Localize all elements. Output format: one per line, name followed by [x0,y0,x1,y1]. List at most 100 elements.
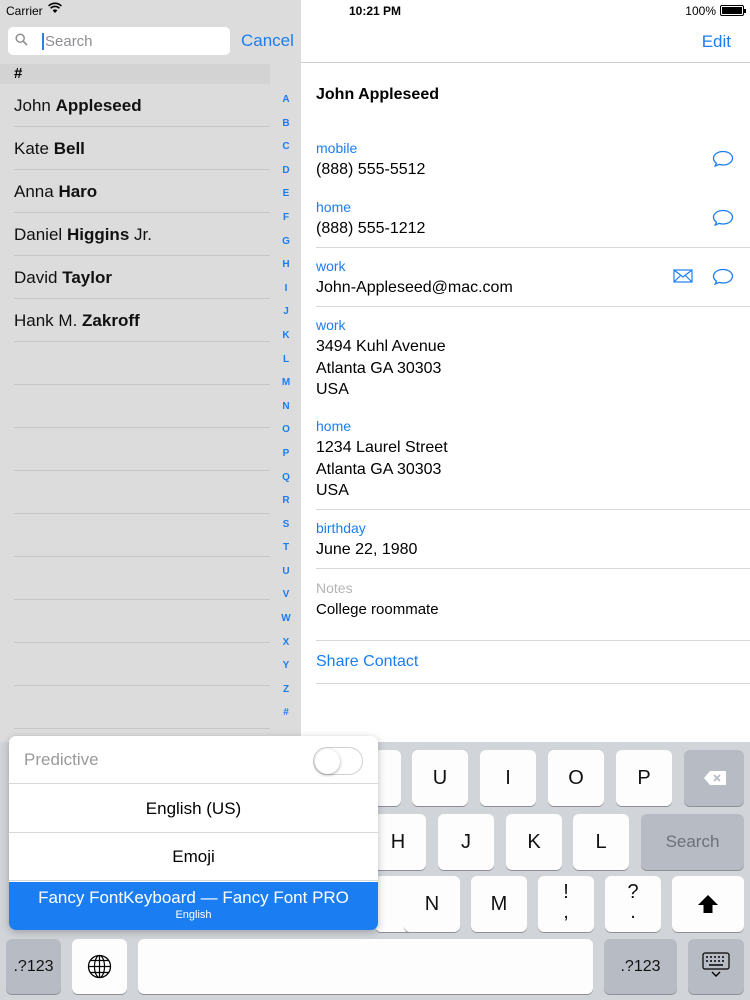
address-line: USA [316,381,349,398]
empty-row [14,514,270,557]
search-field[interactable] [8,27,230,55]
toggle-knob [315,749,340,774]
numbers-key-right[interactable]: .?123 [604,939,677,994]
numbers-key[interactable]: .?123 [6,939,61,994]
key-label-bottom: . [630,901,636,923]
share-contact-button[interactable]: Share Contact [316,653,418,671]
mail-icon[interactable] [673,269,693,283]
index-letter[interactable]: N [276,395,296,419]
index-letter[interactable]: G [276,230,296,254]
index-letter[interactable]: V [276,583,296,607]
index-letter[interactable]: M [276,371,296,395]
message-icon[interactable] [712,268,734,285]
index-letter[interactable]: H [276,253,296,277]
key-p[interactable]: P [616,750,672,806]
index-letter[interactable]: U [276,560,296,584]
search-key[interactable]: Search [641,814,744,870]
index-letter[interactable]: S [276,513,296,537]
contact-first-name: David [14,268,58,287]
divider [316,568,750,569]
contact-row-anna-haro[interactable]: Anna Haro [14,170,270,213]
index-letter[interactable]: P [276,442,296,466]
notes-field[interactable]: Notes College roommate [316,580,750,618]
work-address-field[interactable]: work 3494 Kuhl Avenue Atlanta GA 30303 U… [316,317,750,401]
key-l[interactable]: L [573,814,629,870]
key-exclamation-comma[interactable]: ! , [538,876,594,932]
section-header: # [0,64,270,84]
key-label: P [637,767,651,789]
keyboard-dismiss-icon [702,952,730,977]
index-letter[interactable]: E [276,182,296,206]
contact-first-name: Daniel [14,225,63,244]
edit-button[interactable]: Edit [702,32,731,52]
index-letter[interactable]: K [276,324,296,348]
index-letter[interactable]: L [276,348,296,372]
keyboard-option-emoji[interactable]: Emoji [9,833,378,881]
message-icon[interactable] [712,150,734,167]
contact-list: John Appleseed Kate Bell Anna Haro Danie… [0,84,270,729]
key-label: L [595,831,607,853]
index-letter[interactable]: X [276,631,296,655]
shift-key[interactable] [672,876,744,932]
contact-first-name: Kate [14,139,49,158]
contact-first-name: John [14,96,51,115]
globe-key[interactable] [72,939,127,994]
contact-row-david-taylor[interactable]: David Taylor [14,256,270,299]
field-value: (888) 555-1212 [316,220,426,237]
key-label-bottom: , [563,901,569,923]
key-n[interactable]: N [404,876,460,932]
index-letter[interactable]: I [276,277,296,301]
search-input[interactable] [45,30,225,52]
contact-row-john-appleseed[interactable]: John Appleseed [14,84,270,127]
key-u[interactable]: U [412,750,468,806]
key-label: O [568,767,584,789]
key-m[interactable]: M [471,876,527,932]
key-label-top: ? [627,881,639,903]
section-index[interactable]: A B C D E F G H I J K L M N O P Q R S T … [276,88,296,725]
index-letter[interactable]: D [276,159,296,183]
key-label: K [527,831,541,853]
keyboard-option-fancy-font[interactable]: Fancy FontKeyboard — Fancy Font PRO Engl… [9,882,378,930]
contact-row-hank-zakroff[interactable]: Hank M. Zakroff [14,299,270,342]
option-subtitle: English [175,909,212,921]
key-question-period[interactable]: ? . [605,876,661,932]
cancel-button[interactable]: Cancel [241,31,294,51]
key-label: J [461,831,471,853]
key-i[interactable]: I [480,750,536,806]
index-letter[interactable]: W [276,607,296,631]
empty-row [14,428,270,471]
index-letter[interactable]: T [276,536,296,560]
home-address-field[interactable]: home 1234 Laurel Street Atlanta GA 30303… [316,418,750,502]
index-letter[interactable]: C [276,135,296,159]
mobile-field[interactable]: mobile (888) 555-5512 [316,140,750,181]
index-letter[interactable]: A [276,88,296,112]
index-letter[interactable]: B [276,112,296,136]
index-letter[interactable]: J [276,300,296,324]
birthday-field[interactable]: birthday June 22, 1980 [316,520,750,561]
index-letter[interactable]: # [276,701,296,725]
index-letter[interactable]: O [276,418,296,442]
key-h[interactable]: H [370,814,426,870]
hide-keyboard-key[interactable] [688,939,744,994]
message-icon[interactable] [712,209,734,226]
index-letter[interactable]: Y [276,654,296,678]
contact-last-name: Higgins [66,225,130,244]
index-letter[interactable]: R [276,489,296,513]
field-value: (888) 555-5512 [316,161,426,178]
delete-key[interactable] [684,750,744,806]
keyboard-option-english[interactable]: English (US) [9,785,378,833]
field-value: June 22, 1980 [316,541,418,558]
index-letter[interactable]: Z [276,678,296,702]
index-letter[interactable]: F [276,206,296,230]
key-o[interactable]: O [548,750,604,806]
space-bar[interactable] [138,939,593,994]
index-letter[interactable]: Q [276,466,296,490]
address-line: Atlanta GA 30303 [316,460,442,478]
key-j[interactable]: J [438,814,494,870]
key-k[interactable]: K [506,814,562,870]
predictive-toggle[interactable] [313,747,363,775]
contact-row-daniel-higgins[interactable]: Daniel Higgins Jr. [14,213,270,256]
contact-row-kate-bell[interactable]: Kate Bell [14,127,270,170]
home-phone-field[interactable]: home (888) 555-1212 [316,199,750,240]
search-icon [15,33,28,49]
